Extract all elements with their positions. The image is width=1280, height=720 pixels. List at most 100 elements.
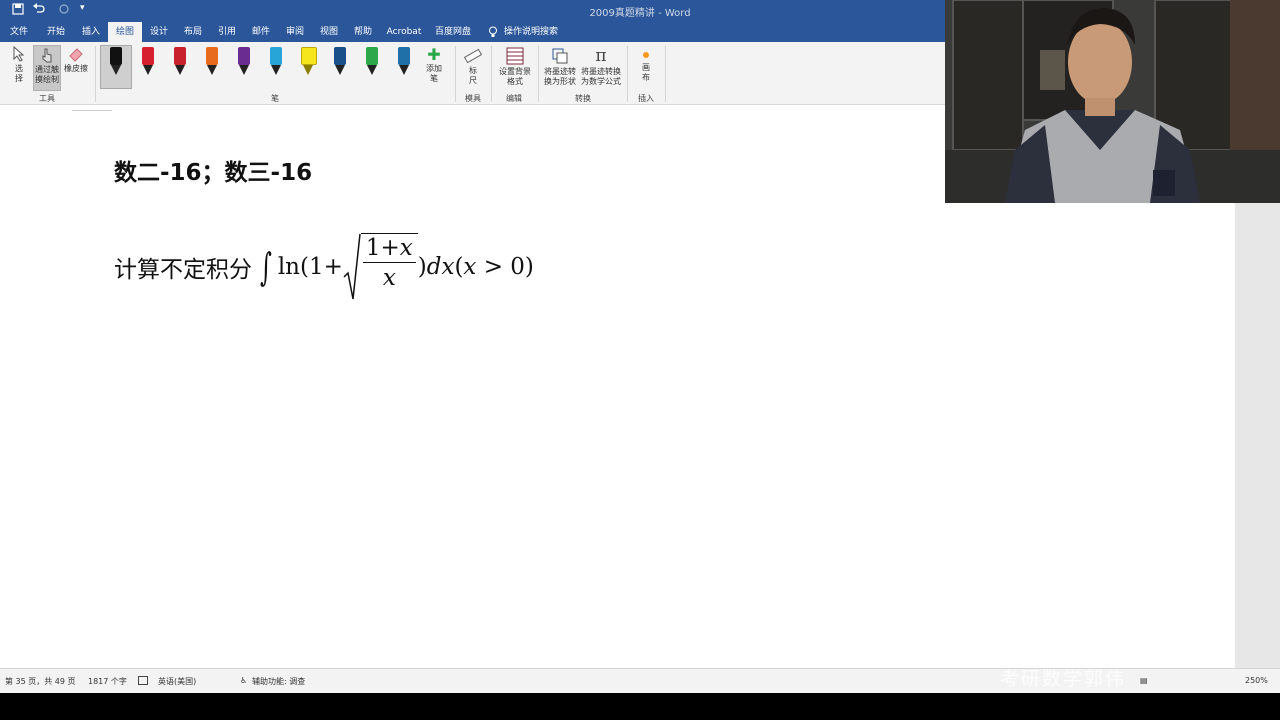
ribbon: 选 择 通过触 摸绘制 橡皮擦 工具 ✚ 添加 笔 笔 标 尺 模具 设置背景 … — [0, 42, 945, 105]
ink-to-shape-button[interactable]: 将墨迹转 换为形状 — [542, 47, 578, 87]
tab-review[interactable]: 审阅 — [280, 22, 310, 42]
zoom-level[interactable]: 250% — [1245, 676, 1268, 685]
ruler-label: 标 尺 — [469, 66, 477, 85]
pen-tip-icon — [335, 65, 345, 75]
tab-view[interactable]: 视图 — [314, 22, 344, 42]
select-button[interactable]: 选 择 — [8, 46, 30, 84]
tab-draw[interactable]: 绘图 — [108, 22, 142, 42]
ink-to-math-label: 将墨迹转换 为数学公式 — [581, 67, 621, 86]
pen-tip-icon — [239, 65, 249, 75]
pen-5-button[interactable] — [237, 47, 251, 79]
add-pen-label: 添加 笔 — [426, 64, 442, 83]
ink-to-shape-icon — [552, 48, 568, 64]
pen-tip-icon — [143, 65, 153, 75]
pen-2-button[interactable] — [141, 47, 155, 79]
ribbon-separator — [455, 46, 456, 102]
pen-6-button[interactable] — [269, 47, 283, 79]
page-count[interactable]: 第 35 页，共 49 页 — [5, 676, 76, 687]
pen-body-icon — [174, 47, 186, 65]
ink-to-shape-label: 将墨迹转 换为形状 — [544, 67, 576, 86]
pen-tip-icon — [399, 65, 409, 75]
ruler-button[interactable]: 标 尺 — [462, 48, 484, 86]
background-format-label: 设置背景 格式 — [499, 67, 531, 86]
ribbon-separator — [538, 46, 539, 102]
pen-tip-icon — [271, 65, 281, 75]
proofing-icon[interactable] — [138, 676, 148, 687]
lightbulb-icon — [486, 22, 500, 42]
vertical-scrollbar[interactable] — [1235, 203, 1280, 668]
group-convert-label: 转换 — [575, 94, 591, 103]
numerator-constant: 1+ — [365, 235, 400, 261]
word-count[interactable]: 1817 个字 — [88, 676, 127, 687]
pen-tip-icon — [367, 65, 377, 75]
group-tools-label: 工具 — [39, 94, 55, 103]
touch-draw-label: 通过触 摸绘制 — [35, 65, 59, 84]
pen-3-button[interactable] — [173, 47, 187, 79]
pen-tip-icon — [303, 65, 313, 75]
tab-acrobat[interactable]: Acrobat — [384, 22, 424, 42]
tab-help[interactable]: 帮助 — [348, 22, 378, 42]
pen-tip-icon — [175, 65, 185, 75]
group-edit-label: 编辑 — [506, 94, 522, 103]
tab-insert[interactable]: 插入 — [76, 22, 106, 42]
title-bar: ▾ 2009真题精讲 - Word — [0, 0, 945, 22]
problem-prefix: 计算不定积分 — [114, 257, 252, 283]
pen-10-button[interactable] — [397, 47, 411, 79]
channel-watermark: 考研数学郭伟 — [1000, 668, 1127, 690]
pen-body-icon — [142, 47, 154, 65]
tab-file[interactable]: 文件 — [4, 22, 34, 42]
pen-9-button[interactable] — [365, 47, 379, 79]
ribbon-separator — [627, 46, 628, 102]
ribbon-separator — [665, 46, 666, 102]
problem-heading: 数二-16；数三-16 — [114, 160, 313, 186]
accessibility-status[interactable]: 辅助功能: 调查 — [252, 676, 305, 687]
fraction: 1+x x — [362, 234, 416, 293]
background-format-button[interactable]: 设置背景 格式 — [496, 47, 534, 87]
ribbon-separator — [491, 46, 492, 102]
pen-7-button[interactable] — [301, 47, 317, 79]
pen-body-icon — [206, 47, 218, 65]
sqrt-body: 1+x x — [360, 233, 418, 301]
close-paren: ) — [417, 254, 427, 280]
pen-8-button[interactable] — [333, 47, 347, 79]
margin-marker — [72, 105, 112, 111]
canvas-label: 画 布 — [642, 63, 650, 82]
touch-draw-icon — [42, 48, 52, 63]
tab-home[interactable]: 开始 — [40, 22, 72, 42]
pen-1-button[interactable] — [109, 47, 123, 79]
ln-term: ln(1+ — [277, 254, 343, 280]
canvas-icon — [643, 52, 649, 58]
ribbon-separator — [95, 46, 96, 102]
ruler-icon — [464, 48, 482, 64]
eraser-label: 橡皮擦 — [64, 64, 88, 73]
tab-references[interactable]: 引用 — [212, 22, 242, 42]
tab-baidu-netdisk[interactable]: 百度网盘 — [432, 22, 474, 42]
tab-layout[interactable]: 布局 — [178, 22, 208, 42]
tell-me-search[interactable]: 操作说明搜索 — [502, 22, 560, 42]
accessibility-icon[interactable]: ♿ — [240, 676, 247, 685]
language[interactable]: 英语(美国) — [158, 676, 196, 687]
add-pen-button[interactable]: ✚ 添加 笔 — [422, 47, 446, 84]
ink-to-math-button[interactable]: π 将墨迹转换 为数学公式 — [580, 47, 622, 87]
select-label: 选 择 — [15, 64, 23, 83]
condition-variable: x — [463, 254, 477, 280]
radical-sign — [343, 233, 361, 300]
tab-design[interactable]: 设计 — [144, 22, 174, 42]
group-insert-label: 插入 — [638, 94, 654, 103]
canvas-button[interactable]: 画 布 — [634, 49, 658, 83]
read-mode-icon[interactable]: ▤ — [1140, 676, 1148, 685]
webcam-video-overlay — [945, 0, 1280, 203]
webcam-image — [945, 0, 1280, 203]
ribbon-tabs: 文件 开始 插入 绘图 设计 布局 引用 邮件 审阅 视图 帮助 Acrobat… — [0, 22, 945, 42]
condition-open: ( — [454, 254, 464, 280]
pen-4-button[interactable] — [205, 47, 219, 79]
differential: dx — [426, 254, 455, 280]
pi-icon: π — [595, 46, 607, 66]
eraser-icon — [69, 48, 83, 62]
cursor-icon — [13, 46, 25, 62]
eraser-button[interactable]: 橡皮擦 — [62, 46, 90, 74]
tab-mailings[interactable]: 邮件 — [246, 22, 276, 42]
touch-draw-button[interactable]: 通过触 摸绘制 — [33, 45, 61, 91]
pen-body-icon — [398, 47, 410, 65]
video-letterbox — [0, 693, 1280, 720]
